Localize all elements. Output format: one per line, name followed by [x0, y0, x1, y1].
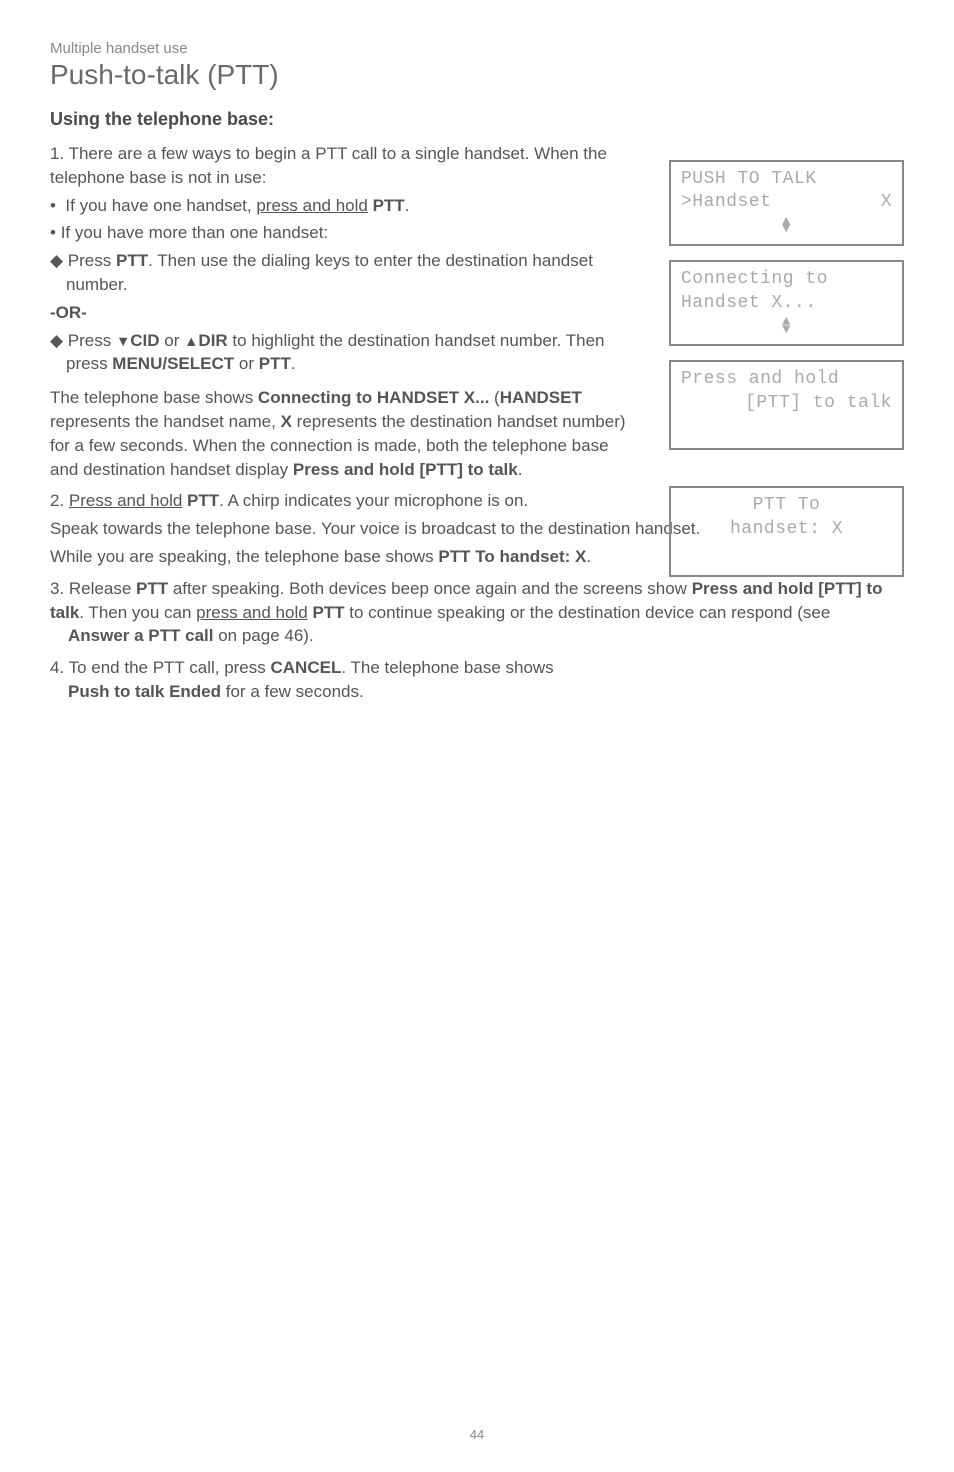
text-underline: Press and hold [69, 491, 182, 510]
text: . [586, 547, 591, 566]
text: or [160, 331, 185, 350]
lcd-line: >Handset X [681, 191, 892, 214]
handset-label: HANDSET [500, 388, 582, 407]
sub-bullet-press-ptt: ◆ Press PTT. Then use the dialing keys t… [50, 249, 640, 297]
text: . [291, 354, 296, 373]
lcd-press-hold: Press and hold [PTT] to talk [669, 360, 904, 450]
ptt-label: PTT [368, 196, 405, 215]
lcd-column: PUSH TO TALK >Handset X ▲▼ Connecting to … [669, 160, 904, 577]
text: represents the handset name, [50, 412, 281, 431]
up-arrow-icon [184, 331, 198, 350]
text: 4. To end the PTT call, press [50, 658, 271, 677]
section-heading: Using the telephone base: [50, 109, 904, 130]
text-underline: press and hold [256, 196, 368, 215]
lcd-text: X [881, 191, 892, 214]
text: . A chirp indicates your microphone is o… [219, 491, 528, 510]
answer-ptt-ref: Answer a PTT call [68, 626, 214, 645]
menu-label: MENU [112, 354, 162, 373]
lcd-push-to-talk: PUSH TO TALK >Handset X ▲▼ [669, 160, 904, 246]
main-content: 1. There are a few ways to begin a PTT c… [50, 138, 640, 485]
ended-text: Push to talk Ended [68, 682, 221, 701]
bullet-one-handset: • If you have one handset, press and hol… [50, 194, 640, 218]
ptt-label: PTT [136, 579, 168, 598]
text: . Then you can [79, 603, 196, 622]
breadcrumb: Multiple handset use [50, 40, 904, 57]
lcd-line: Connecting to [681, 268, 892, 291]
text: ( [489, 388, 499, 407]
step-4: 4. To end the PTT call, press CANCEL. Th… [50, 656, 904, 704]
select-label: /SELECT [162, 354, 234, 373]
text: or [234, 354, 259, 373]
x-label: X [281, 412, 292, 431]
lcd-line: Handset X... [681, 292, 892, 315]
ptt-label: PTT [259, 354, 291, 373]
text: 2. [50, 491, 69, 510]
page-number: 44 [0, 1427, 954, 1442]
dir-label: DIR [198, 331, 227, 350]
bullet-multi-handset: • If you have more than one handset: [50, 221, 640, 245]
text: Press [68, 251, 116, 270]
up-down-arrow-icon: ▲▼ [681, 319, 892, 334]
or-separator: -OR- [50, 301, 640, 325]
cid-label: CID [130, 331, 159, 350]
ptt-label: PTT [187, 491, 219, 510]
text: on page 46). [214, 626, 314, 645]
text: . [405, 196, 410, 215]
cancel-label: CANCEL [271, 658, 342, 677]
text: after speaking. Both devices beep once a… [168, 579, 692, 598]
step-3: 3. Release PTT after speaking. Both devi… [50, 577, 904, 648]
text: Press [68, 331, 116, 350]
text-underline: press and hold [196, 603, 308, 622]
text: for a few seconds. [221, 682, 364, 701]
text: If you have more than one handset: [61, 223, 328, 242]
lcd-text: >Handset [681, 191, 771, 214]
ptt-label: PTT [312, 603, 344, 622]
lcd-ptt-to: PTT To handset: X [669, 486, 904, 576]
sub-bullet-cid-dir: ◆ Press CID or DIR to highlight the dest… [50, 329, 640, 377]
text: If you have one handset, [65, 196, 256, 215]
lcd-line: [PTT] to talk [681, 392, 892, 415]
text: 3. Release [50, 579, 136, 598]
up-down-arrow-icon: ▲▼ [681, 219, 892, 234]
text: The telephone base shows [50, 388, 258, 407]
down-arrow-icon [116, 331, 130, 350]
press-hold-text: Press and hold [PTT] to talk [293, 460, 518, 479]
lcd-connecting: Connecting to Handset X... ▲▼ [669, 260, 904, 346]
ptt-label: PTT [116, 251, 148, 270]
text: . [518, 460, 523, 479]
text: to continue speaking or the destination … [345, 603, 831, 622]
text: While you are speaking, the telephone ba… [50, 547, 438, 566]
text: . The telephone base shows [341, 658, 553, 677]
step-1-lead: 1. There are a few ways to begin a PTT c… [50, 142, 640, 190]
lcd-line: PUSH TO TALK [681, 168, 892, 191]
connecting-paragraph: The telephone base shows Connecting to H… [50, 386, 640, 481]
lcd-line: handset: X [681, 518, 892, 541]
connecting-text: Connecting to HANDSET X... [258, 388, 489, 407]
page-title: Push-to-talk (PTT) [50, 59, 904, 91]
lcd-line: PTT To [681, 494, 892, 517]
lcd-line: Press and hold [681, 368, 892, 391]
ptt-to-text: PTT To handset: X [438, 547, 586, 566]
